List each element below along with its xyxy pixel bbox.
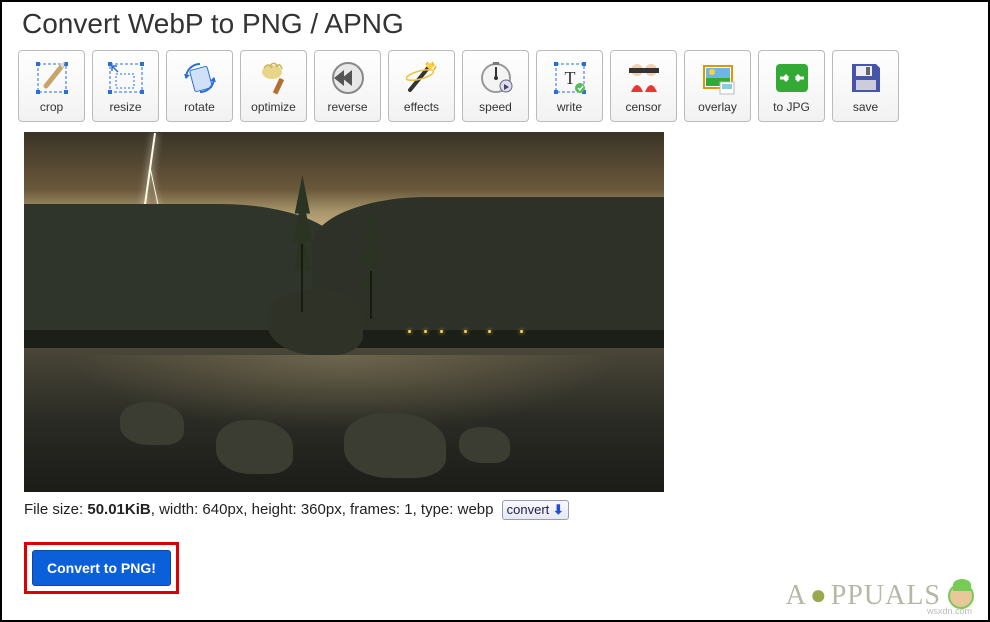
file-size-value: 50.01KiB xyxy=(87,501,150,518)
resize-button[interactable]: resize xyxy=(92,50,159,122)
censor-button[interactable]: censor xyxy=(610,50,677,122)
watermark-source: wsxdn.com xyxy=(927,606,972,616)
file-height-value: 360px xyxy=(301,501,342,518)
rotate-button[interactable]: rotate xyxy=(166,50,233,122)
svg-text:T: T xyxy=(564,68,575,88)
download-icon: ⬇ xyxy=(553,502,564,517)
convert-dropdown[interactable]: convert ⬇ xyxy=(502,500,569,520)
resize-icon xyxy=(104,58,148,98)
watermark: A●PPUALS wsxdn.com xyxy=(786,580,974,612)
tool-label: overlay xyxy=(698,100,737,114)
reverse-button[interactable]: reverse xyxy=(314,50,381,122)
effects-icon xyxy=(400,58,444,98)
tool-label: resize xyxy=(109,100,141,114)
save-button[interactable]: save xyxy=(832,50,899,122)
speed-button[interactable]: speed xyxy=(462,50,529,122)
censor-icon xyxy=(622,58,666,98)
write-icon: T xyxy=(548,58,592,98)
tool-label: censor xyxy=(625,100,661,114)
tool-label: optimize xyxy=(251,100,296,114)
overlay-icon xyxy=(696,58,740,98)
effects-button[interactable]: effects xyxy=(388,50,455,122)
tool-label: rotate xyxy=(184,100,215,114)
file-width-label: , width: xyxy=(151,501,203,518)
file-size-label: File size: xyxy=(24,501,87,518)
save-icon xyxy=(844,58,888,98)
write-button[interactable]: T write xyxy=(536,50,603,122)
file-frames-value: 1 xyxy=(404,501,412,518)
image-preview xyxy=(24,132,972,492)
cta-highlight-box: Convert to PNG! xyxy=(24,542,179,594)
convert-dropdown-label: convert xyxy=(507,502,550,517)
overlay-button[interactable]: overlay xyxy=(684,50,751,122)
rotate-icon xyxy=(178,58,222,98)
to-jpg-icon xyxy=(770,58,814,98)
file-height-label: , height: xyxy=(243,501,301,518)
speed-icon xyxy=(474,58,518,98)
tool-label: reverse xyxy=(327,100,367,114)
file-type-label: , type: xyxy=(413,501,458,518)
page-title: Convert WebP to PNG / APNG xyxy=(22,8,972,40)
file-width-value: 640px xyxy=(202,501,243,518)
crop-icon xyxy=(30,58,74,98)
file-frames-label: , frames: xyxy=(342,501,405,518)
optimize-icon xyxy=(252,58,296,98)
tool-label: to JPG xyxy=(773,100,810,114)
reverse-icon xyxy=(326,58,370,98)
tool-label: speed xyxy=(479,100,512,114)
file-type-value: webp xyxy=(458,501,494,518)
tool-label: effects xyxy=(404,100,439,114)
convert-to-png-button[interactable]: Convert to PNG! xyxy=(32,550,171,586)
crop-button[interactable]: crop xyxy=(18,50,85,122)
optimize-button[interactable]: optimize xyxy=(240,50,307,122)
file-info-line: File size: 50.01KiB, width: 640px, heigh… xyxy=(24,500,972,520)
tool-label: write xyxy=(557,100,582,114)
tool-label: save xyxy=(853,100,878,114)
to-jpg-button[interactable]: to JPG xyxy=(758,50,825,122)
tool-label: crop xyxy=(40,100,63,114)
toolbar: crop resize xyxy=(18,50,972,122)
